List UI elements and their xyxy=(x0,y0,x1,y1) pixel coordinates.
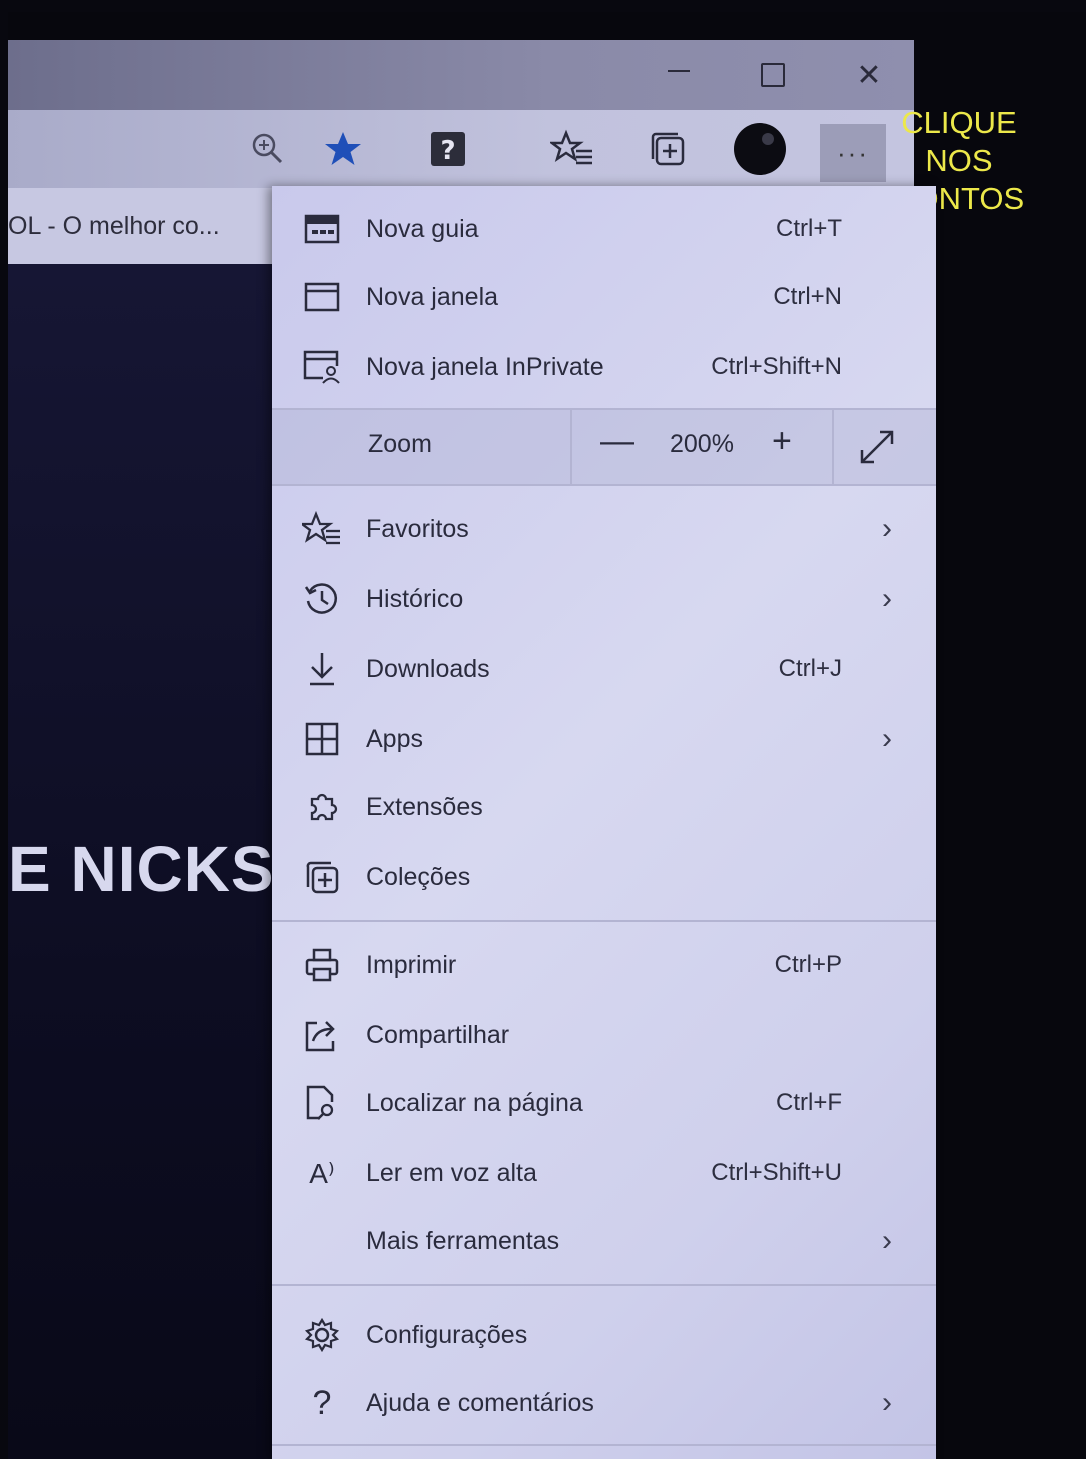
menu-label: Favoritos xyxy=(366,514,469,543)
inprivate-window-icon xyxy=(302,347,342,387)
menu-label: Mais ferramentas xyxy=(366,1226,560,1255)
close-button[interactable]: ✕ xyxy=(834,40,904,110)
printer-icon xyxy=(302,945,342,985)
menu-item-more-tools[interactable]: Mais ferramentas › xyxy=(272,1208,936,1274)
menu-shortcut: Ctrl+Shift+U xyxy=(711,1159,842,1186)
menu-divider xyxy=(272,920,936,922)
menu-label: Downloads xyxy=(366,654,490,683)
chevron-right-icon: › xyxy=(882,1224,892,1257)
menu-item-apps[interactable]: Apps › xyxy=(272,706,936,772)
menu-divider xyxy=(272,484,936,486)
menu-label: Imprimir xyxy=(366,950,457,979)
help-icon: ? xyxy=(312,1383,332,1422)
zoom-row: Zoom — 200% + xyxy=(272,410,936,484)
menu-shortcut: Ctrl+T xyxy=(776,215,842,242)
menu-item-print[interactable]: Imprimir Ctrl+P xyxy=(272,932,936,998)
menu-label: Configurações xyxy=(366,1320,528,1349)
collections-icon[interactable] xyxy=(638,110,698,188)
menu-item-extensions[interactable]: Extensões xyxy=(272,774,936,840)
extension-help-icon[interactable]: ? xyxy=(418,110,478,188)
menu-item-history[interactable]: Histórico › xyxy=(272,566,936,632)
new-tab-icon xyxy=(302,209,342,249)
menu-label: Localizar na página xyxy=(366,1088,583,1117)
zoom-in-icon[interactable] xyxy=(238,110,298,188)
browser-toolbar: ? ··· xyxy=(8,110,914,188)
apps-icon xyxy=(302,719,342,759)
chevron-right-icon: › xyxy=(882,722,892,755)
gear-icon xyxy=(302,1315,342,1355)
menu-item-find[interactable]: Localizar na página Ctrl+F xyxy=(272,1070,936,1136)
puzzle-icon xyxy=(302,787,342,827)
zoom-label: Zoom xyxy=(368,430,432,458)
menu-shortcut: Ctrl+P xyxy=(774,951,842,978)
zoom-divider xyxy=(570,410,572,484)
chevron-right-icon: › xyxy=(882,582,892,615)
menu-item-collections[interactable]: Coleções xyxy=(272,844,936,910)
menu-label: Compartilhar xyxy=(366,1020,510,1049)
menu-shortcut: Ctrl+F xyxy=(776,1089,842,1116)
zoom-value: 200% xyxy=(670,430,734,458)
zoom-out-button[interactable]: — xyxy=(600,422,634,461)
menu-item-new-window[interactable]: Nova janela Ctrl+N xyxy=(272,264,936,330)
maximize-button[interactable] xyxy=(738,40,808,110)
find-in-page-icon xyxy=(302,1083,342,1123)
annotation-line-2: NOS xyxy=(925,143,993,178)
favorites-list-icon[interactable] xyxy=(542,110,602,188)
menu-item-help[interactable]: ? Ajuda e comentários › xyxy=(272,1370,936,1436)
menu-shortcut: Ctrl+Shift+N xyxy=(711,353,842,380)
history-icon xyxy=(302,579,342,619)
menu-label: Ajuda e comentários xyxy=(366,1388,594,1417)
zoom-in-button[interactable]: + xyxy=(772,422,792,461)
close-icon: ✕ xyxy=(856,58,882,92)
browser-tab[interactable]: OL - O melhor co... xyxy=(8,188,276,264)
menu-item-favorites[interactable]: Favoritos › xyxy=(272,496,936,562)
menu-label: Nova janela InPrivate xyxy=(366,352,604,381)
new-window-icon xyxy=(302,277,342,317)
collections-icon xyxy=(302,857,342,897)
minimize-icon xyxy=(668,70,690,72)
menu-label: Extensões xyxy=(366,792,483,821)
menu-label: Apps xyxy=(366,724,423,753)
minimize-button[interactable] xyxy=(644,40,714,110)
chevron-right-icon: › xyxy=(882,512,892,545)
chevron-right-icon: › xyxy=(882,1386,892,1419)
menu-item-new-inprivate[interactable]: Nova janela InPrivate Ctrl+Shift+N xyxy=(272,334,936,400)
menu-label: Nova guia xyxy=(366,214,479,243)
menu-item-settings[interactable]: Configurações xyxy=(272,1302,936,1368)
tab-title: OL - O melhor co... xyxy=(8,211,220,240)
read-aloud-icon: A⁾ xyxy=(309,1157,335,1189)
menu-label: Ler em voz alta xyxy=(366,1158,537,1187)
settings-menu: Nova guia Ctrl+T Nova janela Ctrl+N Nova… xyxy=(272,186,936,1459)
menu-item-share[interactable]: Compartilhar xyxy=(272,1002,936,1068)
menu-label: Nova janela xyxy=(366,282,499,311)
maximize-icon xyxy=(761,63,785,87)
menu-label: Histórico xyxy=(366,584,464,613)
menu-item-new-tab[interactable]: Nova guia Ctrl+T xyxy=(272,196,936,262)
more-dots-button[interactable]: ··· xyxy=(820,124,886,182)
more-dots-icon: ··· xyxy=(837,137,869,168)
annotation-line-1: CLIQUE xyxy=(901,105,1017,140)
page-heading: E NICKS xyxy=(8,833,275,905)
download-icon xyxy=(302,649,342,689)
menu-shortcut: Ctrl+J xyxy=(778,655,842,682)
zoom-divider xyxy=(832,410,834,484)
fullscreen-icon[interactable] xyxy=(858,428,896,466)
menu-divider xyxy=(272,1284,936,1286)
favorites-icon xyxy=(302,509,342,549)
menu-label: Coleções xyxy=(366,862,471,891)
menu-shortcut: Ctrl+N xyxy=(773,283,842,310)
favorite-star-icon[interactable] xyxy=(313,110,373,188)
menu-divider xyxy=(272,1444,936,1446)
svg-text:?: ? xyxy=(440,136,455,166)
page-content: E NICKS xyxy=(8,264,298,1459)
window-titlebar: ✕ xyxy=(8,40,914,110)
menu-item-read-aloud[interactable]: A⁾ Ler em voz alta Ctrl+Shift+U xyxy=(272,1140,936,1206)
share-icon xyxy=(302,1015,342,1055)
profile-avatar-icon[interactable] xyxy=(730,110,790,188)
menu-item-downloads[interactable]: Downloads Ctrl+J xyxy=(272,636,936,702)
